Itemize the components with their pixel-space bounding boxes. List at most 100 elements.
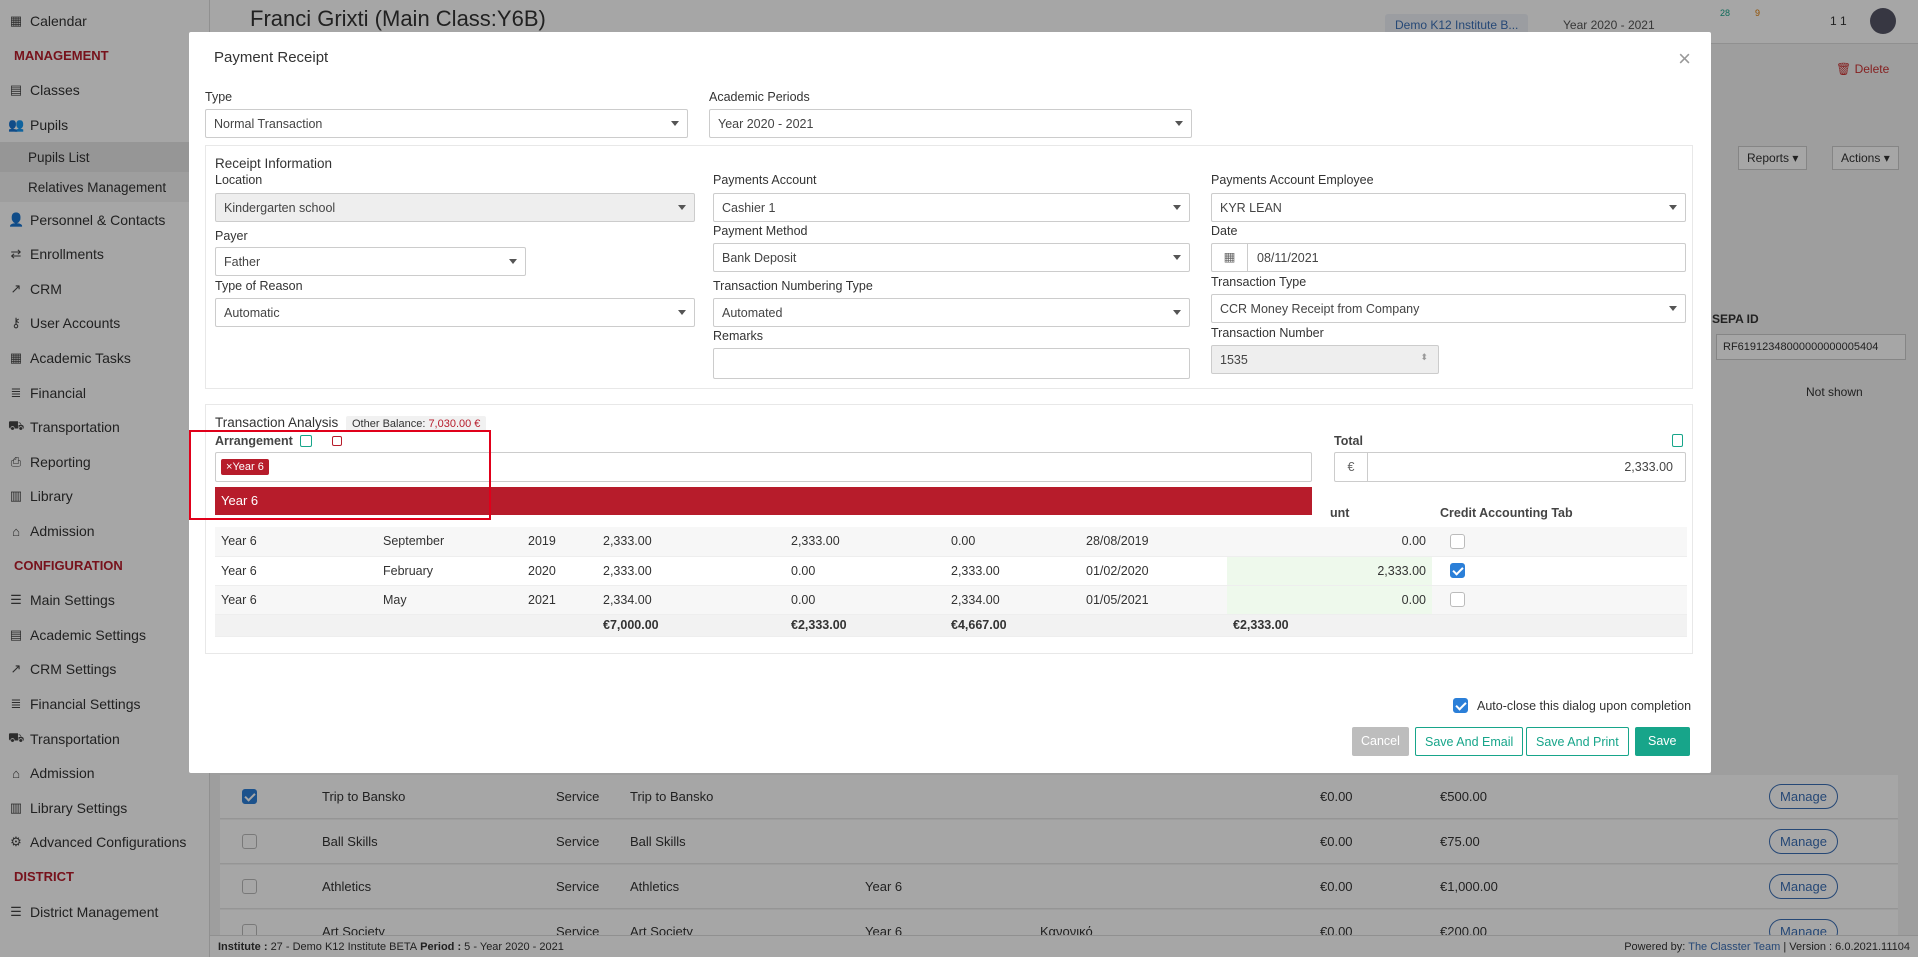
- numbering-label: Transaction Numbering Type: [713, 279, 873, 293]
- pay-method-value: Bank Deposit: [722, 251, 797, 265]
- analysis-title: Transaction Analysis: [215, 415, 339, 430]
- periods-select[interactable]: Year 2020 - 2021: [709, 109, 1192, 138]
- close-icon[interactable]: ×: [1678, 46, 1691, 72]
- payment-receipt-dialog: Payment Receipt × Type Normal Transactio…: [189, 32, 1711, 773]
- credit-accounting-checkbox[interactable]: [1450, 592, 1465, 608]
- chevron-down-icon: [1175, 121, 1183, 126]
- cell-credit: [1432, 556, 1687, 586]
- cancel-button[interactable]: Cancel: [1352, 727, 1409, 756]
- type-value: Normal Transaction: [214, 117, 323, 131]
- total-input[interactable]: €2,333.00: [1334, 452, 1686, 482]
- total-balance: €4,667.00: [945, 614, 1080, 637]
- total-paid: €2,333.00: [785, 614, 945, 637]
- cell-year: 2021: [522, 585, 597, 615]
- cell-pay[interactable]: 2,333.00: [1227, 556, 1432, 586]
- reason-label: Type of Reason: [215, 279, 303, 293]
- currency-addon: €: [1335, 453, 1368, 481]
- payer-label: Payer: [215, 229, 248, 243]
- pay-account-value: Cashier 1: [722, 201, 776, 215]
- payer-value: Father: [224, 255, 261, 269]
- total-empty: [1080, 614, 1227, 637]
- numbering-select[interactable]: Automated: [713, 298, 1190, 327]
- cell-amount: 2,333.00: [597, 527, 785, 557]
- employee-label: Payments Account Employee: [1211, 173, 1374, 187]
- cell-pay[interactable]: 0.00: [1227, 527, 1432, 557]
- cell-credit: [1432, 585, 1687, 615]
- chevron-down-icon: [671, 121, 679, 126]
- credit-accounting-checkbox[interactable]: [1450, 563, 1465, 579]
- totals-row: €7,000.00 €2,333.00 €4,667.00 €2,333.00: [215, 614, 1687, 637]
- cell-year: 2020: [522, 556, 597, 586]
- auto-close-checkbox[interactable]: [1453, 698, 1468, 713]
- total-value: 2,333.00: [1624, 460, 1673, 474]
- location-value: Kindergarten school: [224, 201, 336, 215]
- cell-due: 01/05/2021: [1080, 585, 1227, 615]
- col-amount-header: unt: [1330, 506, 1350, 520]
- other-balance-value: 7,030.00 €: [428, 418, 481, 430]
- total-empty: [1432, 614, 1687, 637]
- cell-month: May: [377, 585, 522, 615]
- pay-method-select[interactable]: Bank Deposit: [713, 243, 1190, 272]
- calendar-icon[interactable]: ▦: [1212, 244, 1248, 271]
- cell-paid: 2,333.00: [785, 527, 945, 557]
- employee-select[interactable]: KYR LEAN: [1211, 193, 1686, 222]
- location-label: Location: [215, 173, 263, 187]
- date-input[interactable]: ▦ 08/11/2021: [1211, 243, 1686, 272]
- total-pay: €2,333.00: [1227, 614, 1432, 637]
- cell-due: 01/02/2020: [1080, 556, 1227, 586]
- type-select[interactable]: Normal Transaction: [205, 109, 688, 138]
- cell-arr: Year 6: [215, 527, 377, 557]
- date-label: Date: [1211, 224, 1238, 238]
- total-empty: [377, 614, 522, 637]
- table-row: Year 6 February 2020 2,333.00 0.00 2,333.00 01…: [215, 556, 1687, 586]
- tx-number-value: 1535: [1220, 353, 1248, 367]
- tx-type-value: CCR Money Receipt from Company: [1220, 302, 1420, 316]
- employee-value: KYR LEAN: [1220, 201, 1282, 215]
- remarks-textarea[interactable]: [713, 348, 1190, 379]
- chevron-down-icon: [1669, 205, 1677, 210]
- save-and-print-button[interactable]: Save And Print: [1526, 727, 1629, 756]
- date-value: 08/11/2021: [1257, 251, 1319, 265]
- cell-paid: 0.00: [785, 556, 945, 586]
- stepper-icon[interactable]: ⬍: [1420, 352, 1428, 363]
- cell-amount: 2,334.00: [597, 585, 785, 615]
- cell-arr: Year 6: [215, 585, 377, 615]
- cell-due: 28/08/2019: [1080, 527, 1227, 557]
- total-empty: [522, 614, 597, 637]
- total-label: Total: [1334, 434, 1363, 448]
- analysis-table: Year 6 September 2019 2,333.00 2,333.00 0.00 2…: [215, 527, 1687, 637]
- tx-type-label: Transaction Type: [1211, 275, 1307, 289]
- location-select[interactable]: Kindergarten school: [215, 193, 695, 222]
- save-button[interactable]: Save: [1635, 727, 1690, 756]
- type-label: Type: [205, 90, 233, 104]
- cell-pay[interactable]: 0.00: [1227, 585, 1432, 615]
- cell-balance: 2,333.00: [945, 556, 1080, 586]
- tx-type-select[interactable]: CCR Money Receipt from Company: [1211, 294, 1686, 323]
- calculator-icon[interactable]: [1672, 434, 1683, 447]
- table-row: Year 6 May 2021 2,334.00 0.00 2,334.00 01/05/2…: [215, 585, 1687, 615]
- auto-close-label: Auto-close this dialog upon completion: [1477, 699, 1692, 713]
- chevron-down-icon: [1173, 205, 1181, 210]
- other-balance-label: Other Balance:: [352, 418, 426, 430]
- credit-accounting-checkbox[interactable]: [1450, 533, 1465, 549]
- reason-select[interactable]: Automatic: [215, 298, 695, 327]
- tx-number-input[interactable]: 1535 ⬍: [1211, 345, 1439, 374]
- cell-month: February: [377, 556, 522, 586]
- cell-balance: 2,334.00: [945, 585, 1080, 615]
- cell-amount: 2,333.00: [597, 556, 785, 586]
- reason-value: Automatic: [224, 306, 280, 320]
- cell-credit: [1432, 527, 1687, 557]
- pay-account-select[interactable]: Cashier 1: [713, 193, 1190, 222]
- chevron-down-icon: [509, 259, 517, 264]
- remarks-label: Remarks: [713, 329, 764, 343]
- total-empty: [215, 614, 377, 637]
- chevron-down-icon: [1173, 310, 1181, 315]
- periods-label: Academic Periods: [709, 90, 810, 104]
- tx-number-label: Transaction Number: [1211, 326, 1324, 340]
- table-row: Year 6 September 2019 2,333.00 2,333.00 0.00 2…: [215, 527, 1687, 557]
- chevron-down-icon: [678, 310, 686, 315]
- receipt-info-title: Receipt Information: [215, 156, 333, 171]
- save-and-email-button[interactable]: Save And Email: [1415, 727, 1524, 756]
- cell-balance: 0.00: [945, 527, 1080, 557]
- payer-select[interactable]: Father: [215, 247, 526, 276]
